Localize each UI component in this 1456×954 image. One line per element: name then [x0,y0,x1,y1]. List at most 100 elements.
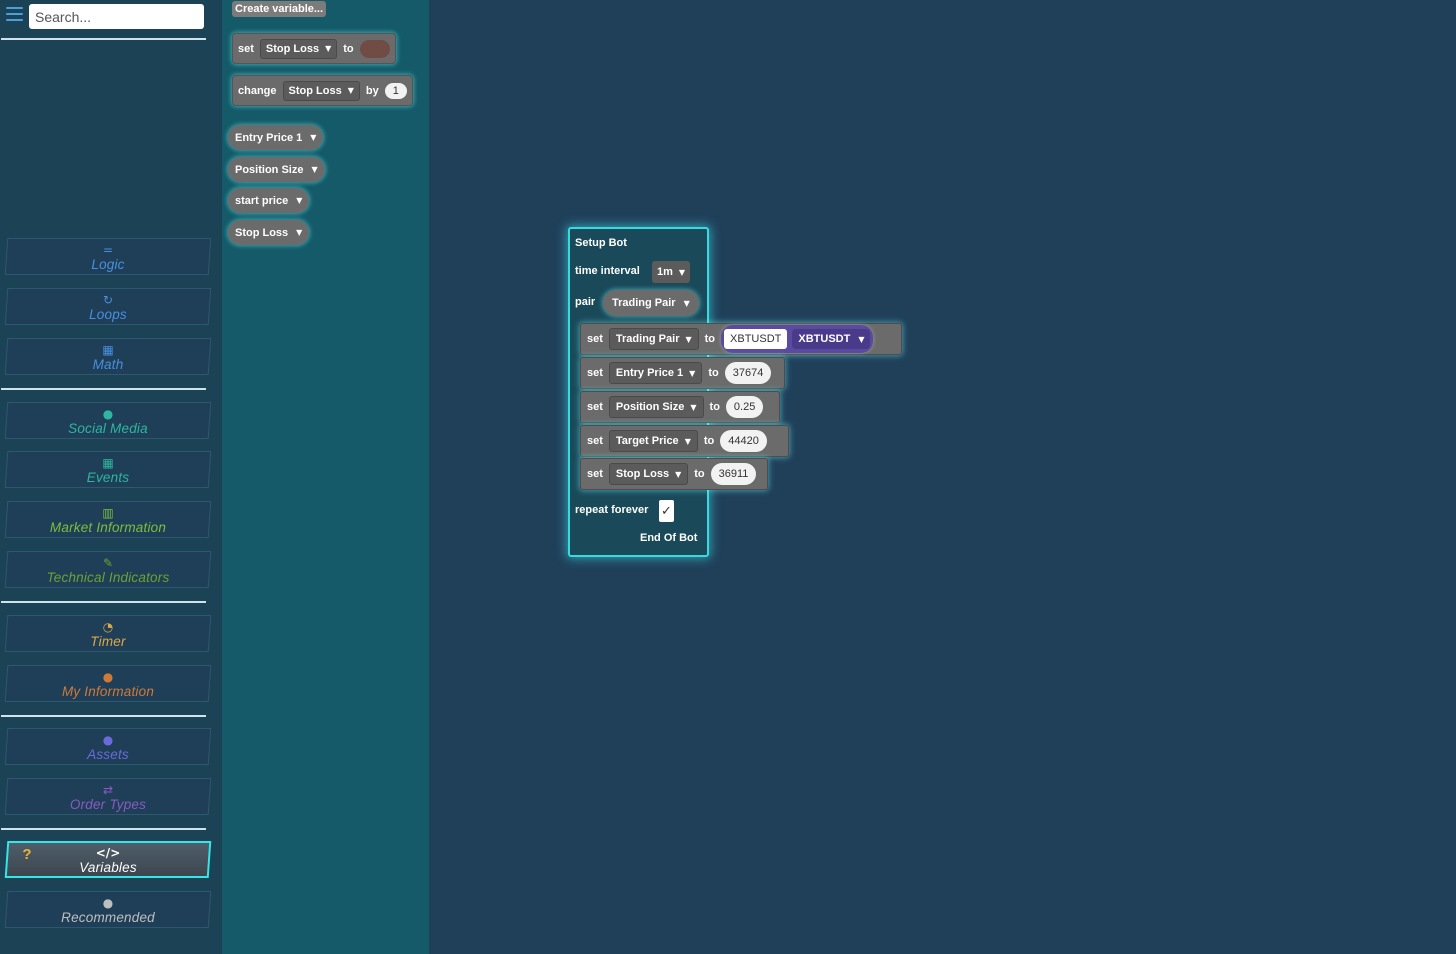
pair-label: pair [575,296,596,308]
set-target-price-block[interactable]: set Target Price ▼ to 44420 [580,425,789,457]
category-recommended[interactable]: ● Recommended [4,891,212,928]
category-timer[interactable]: ◔ Timer [4,615,212,652]
pair-value-block[interactable]: XBTUSDT XBTUSDT ▼ [721,325,874,353]
caret-down-icon: ▼ [683,298,690,308]
to-keyword: to [343,42,354,55]
variable-name: Position Size [235,163,304,176]
category-logic[interactable]: = Logic [4,238,212,275]
variable-dropdown[interactable]: Trading Pair ▼ [608,328,699,350]
number-input[interactable]: 44420 [720,430,767,452]
set-stop-loss-block[interactable]: set Stop Loss ▼ to 36911 [580,458,768,490]
variable-name: Target Price [615,435,679,447]
category-label: Order Types [69,796,147,812]
to-keyword: to [694,468,705,480]
time-interval-dropdown[interactable]: 1m ▼ [652,261,691,283]
end-of-bot-label: End Of Bot [640,532,698,544]
category-label: My Information [61,683,155,699]
by-keyword: by [365,84,379,97]
variable-dropdown[interactable]: Position Size ▼ [608,396,704,418]
variable-name: Trading Pair [615,333,680,345]
variable-name: Stop Loss [235,226,289,239]
variable-dropdown[interactable]: Target Price ▼ [608,430,698,452]
category-math[interactable]: ▦ Math [4,338,212,375]
variable-name: start price [235,194,289,207]
chat-icon: ● [102,406,114,421]
change-variable-block[interactable]: change Stop Loss ▼ by 1 [232,75,413,106]
category-my-information[interactable]: ● My Information [4,665,212,702]
number-input[interactable]: 0.25 [725,396,764,418]
variable-getter-stop-loss[interactable]: Stop Loss ▼ [228,220,310,245]
number-input[interactable]: 37674 [724,362,772,384]
category-market-information[interactable]: ▥ Market Information [4,501,212,538]
category-loops[interactable]: ↻ Loops [4,288,212,325]
set-keyword: set [238,42,254,55]
set-position-size-block[interactable]: set Position Size ▼ to 0.25 [580,391,780,423]
variable-name: Trading Pair [612,297,676,309]
variable-name: Stop Loss [265,42,320,55]
set-keyword: set [587,468,603,480]
pair-dropdown-value: XBTUSDT [798,333,851,345]
to-keyword: to [708,367,719,379]
category-label: Technical Indicators [46,569,170,585]
variable-getter-start-price[interactable]: start price ▼ [228,188,310,213]
calculator-icon: ▦ [102,342,114,357]
pair-dropdown[interactable]: XBTUSDT ▼ [792,329,871,349]
chart-icon: ▥ [102,505,114,520]
to-keyword: to [709,401,720,413]
variable-dropdown[interactable]: Entry Price 1 ▼ [608,362,703,384]
set-entry-price-block[interactable]: set Entry Price 1 ▼ to 37674 [580,357,785,389]
variable-name: Entry Price 1 [615,367,684,379]
set-keyword: set [587,435,603,447]
caret-down-icon: ▼ [678,267,686,277]
time-interval-value: 1m [657,266,673,278]
category-label: Timer [90,633,126,649]
category-label: Logic [91,256,125,272]
category-technical-indicators[interactable]: ✎ Technical Indicators [4,551,212,588]
caret-down-icon: ▼ [347,86,354,95]
variable-getter-entry-price-1[interactable]: Entry Price 1 ▼ [228,125,324,150]
pair-variable[interactable]: Trading Pair ▼ [603,290,699,316]
number-input[interactable]: 36911 [710,463,757,485]
setup-bot-title: Setup Bot [575,237,627,249]
set-variable-block[interactable]: set Stop Loss ▼ to [232,33,396,64]
caret-down-icon: ▼ [311,165,318,174]
caret-down-icon: ▼ [296,196,303,205]
category-assets[interactable]: ● Assets [4,728,212,765]
toolbox-sidebar: = Logic ↻ Loops ▦ Math ● Social Media ▦ … [0,0,222,954]
exchange-icon: ⇄ [102,782,114,797]
pair-text-input[interactable]: XBTUSDT [724,329,788,349]
change-keyword: change [238,84,277,97]
set-trading-pair-block[interactable]: set Trading Pair ▼ to XBTUSDT XBTUSDT ▼ [580,323,902,355]
menu-icon[interactable] [6,7,23,23]
variable-name: Entry Price 1 [235,131,303,144]
category-events[interactable]: ▦ Events [4,451,212,488]
category-label: Market Information [49,519,167,535]
category-label: Loops [89,306,127,322]
divider [1,828,206,830]
equals-icon: = [102,242,114,257]
value-slot[interactable] [359,39,390,58]
stopwatch-icon: ◔ [102,619,114,634]
caret-down-icon: ▼ [684,436,691,446]
caret-down-icon: ▼ [858,334,865,344]
repeat-forever-checkbox[interactable]: ✓ [659,500,674,522]
category-order-types[interactable]: ⇄ Order Types [4,778,212,815]
caret-down-icon: ▼ [325,44,332,53]
time-interval-label: time interval [575,265,640,277]
variable-dropdown[interactable]: Stop Loss ▼ [608,463,689,485]
variable-dropdown[interactable]: Stop Loss ▼ [282,80,360,101]
divider [1,388,206,390]
variable-name: Position Size [615,401,685,413]
category-social-media[interactable]: ● Social Media [4,402,212,439]
variable-dropdown[interactable]: Stop Loss ▼ [259,38,338,59]
lightbulb-icon: ● [102,895,114,910]
caret-down-icon: ▼ [685,334,692,344]
search-input[interactable] [29,4,204,29]
variable-getter-position-size[interactable]: Position Size ▼ [228,157,325,182]
set-keyword: set [587,333,603,345]
category-variables[interactable]: ? </> Variables [4,841,212,878]
change-value-input[interactable]: 1 [384,82,407,99]
category-label: Math [92,356,124,372]
create-variable-button[interactable]: Create variable... [232,1,327,17]
caret-down-icon: ▼ [296,228,303,237]
